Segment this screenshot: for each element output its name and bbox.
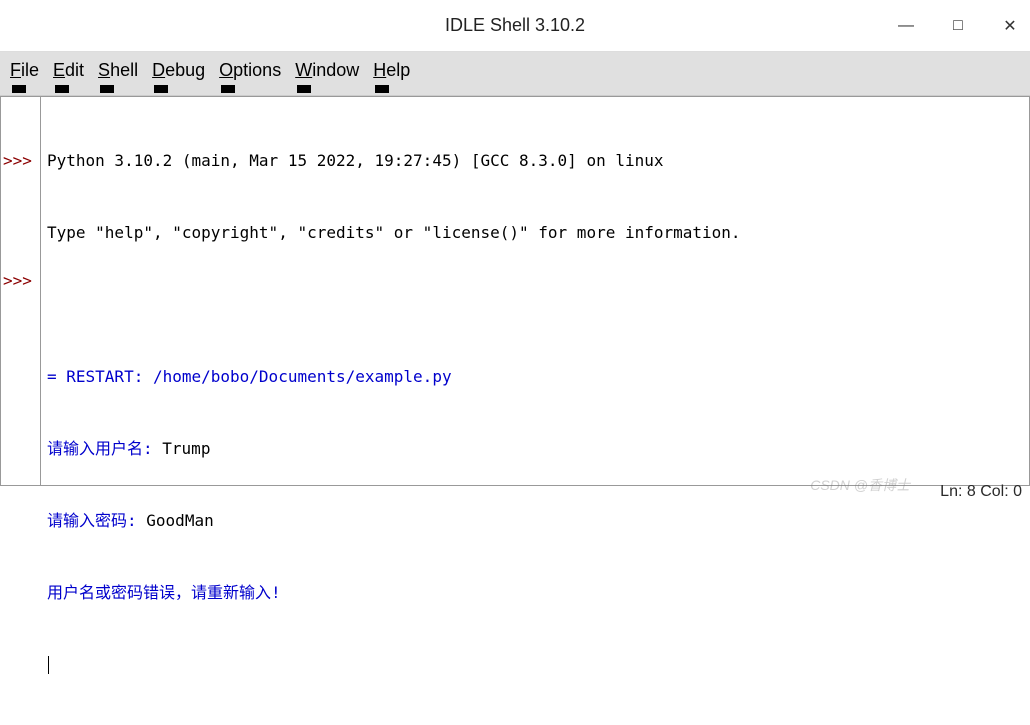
menu-shell[interactable]: Shell bbox=[94, 56, 148, 85]
window-title: IDLE Shell 3.10.2 bbox=[445, 15, 585, 36]
menu-file[interactable]: File bbox=[6, 56, 49, 85]
shell-area[interactable]: >>> >>> Python 3.10.2 (main, Mar 15 2022… bbox=[0, 96, 1030, 486]
text-cursor bbox=[48, 656, 49, 674]
statusbar: Ln: 8 Col: 0 bbox=[940, 483, 1022, 501]
watermark: CSDN @香博士 bbox=[810, 475, 910, 495]
menu-debug[interactable]: Debug bbox=[148, 56, 215, 85]
menubar: File Edit Shell Debug Options Window Hel… bbox=[0, 52, 1030, 96]
menu-window[interactable]: Window bbox=[291, 56, 369, 85]
prompt: >>> bbox=[1, 269, 40, 293]
error-line: 用户名或密码错误，请重新输入! bbox=[47, 581, 1023, 605]
output-line: Type "help", "copyright", "credits" or "… bbox=[47, 221, 1023, 245]
prompt-gutter: >>> >>> bbox=[1, 97, 41, 485]
restart-line: = RESTART: /home/bobo/Documents/example.… bbox=[47, 365, 1023, 389]
prompt: >>> bbox=[1, 149, 40, 173]
minimize-button[interactable]: — bbox=[894, 14, 918, 38]
window-controls: — □ ✕ bbox=[894, 0, 1022, 52]
input-line: 请输入密码: GoodMan bbox=[47, 509, 1023, 533]
menu-options[interactable]: Options bbox=[215, 56, 291, 85]
menu-edit[interactable]: Edit bbox=[49, 56, 94, 85]
output-line: Python 3.10.2 (main, Mar 15 2022, 19:27:… bbox=[47, 149, 1023, 173]
cursor-line[interactable] bbox=[47, 653, 1023, 677]
output-line bbox=[47, 293, 1023, 317]
maximize-button[interactable]: □ bbox=[946, 14, 970, 38]
titlebar: IDLE Shell 3.10.2 — □ ✕ bbox=[0, 0, 1030, 52]
input-line: 请输入用户名: Trump bbox=[47, 437, 1023, 461]
menu-help[interactable]: Help bbox=[369, 56, 420, 85]
shell-content[interactable]: Python 3.10.2 (main, Mar 15 2022, 19:27:… bbox=[41, 97, 1029, 485]
close-button[interactable]: ✕ bbox=[998, 14, 1022, 38]
